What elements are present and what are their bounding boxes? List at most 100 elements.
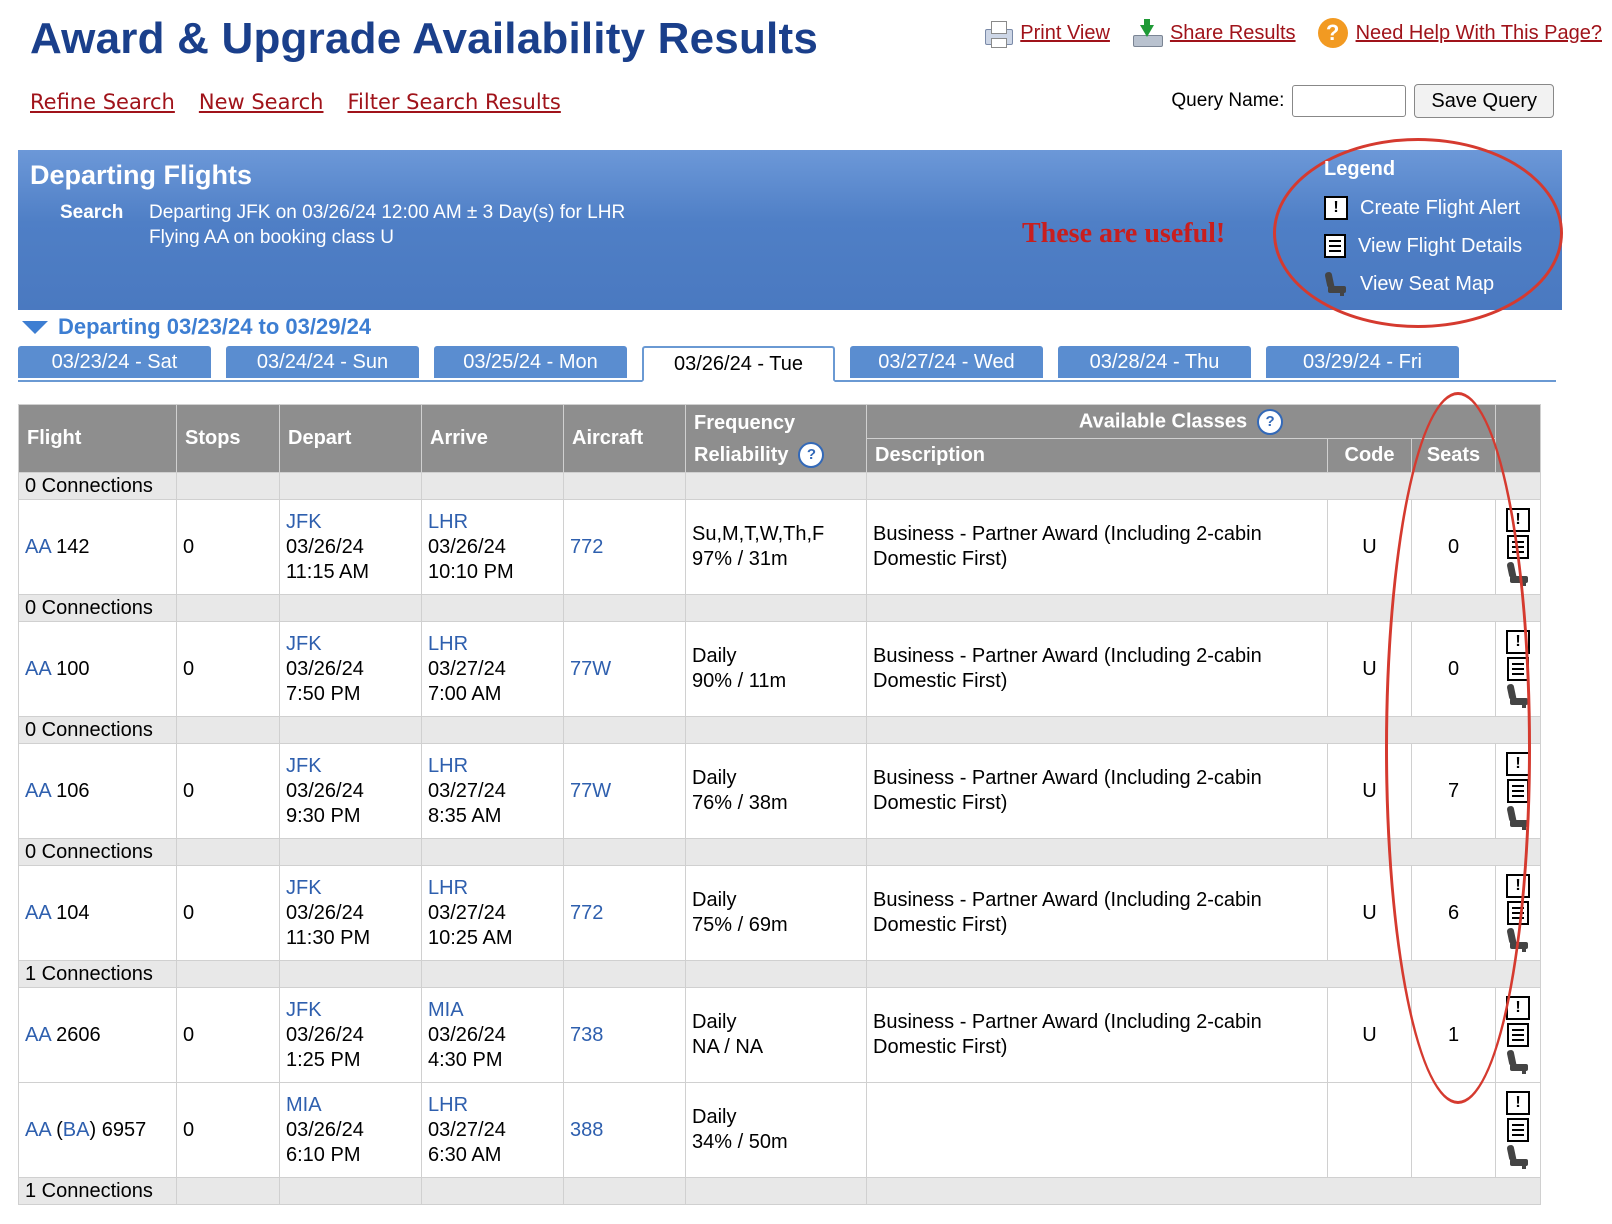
depart-airport-link[interactable]: MIA xyxy=(286,1094,322,1116)
view-seat-map-icon[interactable] xyxy=(1506,805,1530,830)
arrive-airport-link[interactable]: LHR xyxy=(428,877,468,899)
view-seat-map-icon[interactable] xyxy=(1506,561,1530,586)
tab-date-4[interactable]: 03/27/24 - Wed xyxy=(850,346,1043,378)
stops-cell: 0 xyxy=(176,865,280,961)
arrive-cell: MIA 03/26/24 4:30 PM xyxy=(421,987,564,1083)
depart-airport-link[interactable]: JFK xyxy=(286,755,322,777)
aircraft-cell: 388 xyxy=(563,1082,686,1178)
depart-airport-link[interactable]: JFK xyxy=(286,999,322,1021)
booking-code: U xyxy=(1362,535,1377,558)
carrier-link[interactable]: AA xyxy=(25,902,51,924)
tab-date-5[interactable]: 03/28/24 - Thu xyxy=(1058,346,1251,378)
print-view-link[interactable]: Print View xyxy=(1020,22,1110,45)
share-results-link-group: Share Results xyxy=(1132,19,1296,47)
tab-date-2[interactable]: 03/25/24 - Mon xyxy=(434,346,627,378)
aircraft-link[interactable]: 772 xyxy=(570,536,603,558)
header-frequency: Frequency xyxy=(694,411,796,434)
arrive-date: 03/27/24 xyxy=(428,901,506,924)
aircraft-link[interactable]: 388 xyxy=(570,1119,603,1141)
class-description-line1: Business - Partner Award (Including 2-ca… xyxy=(873,889,1262,911)
class-description-line1: Business - Partner Award (Including 2-ca… xyxy=(873,1011,1262,1033)
connections-row-empty xyxy=(279,594,422,622)
carrier-link[interactable]: AA xyxy=(25,536,51,558)
top-links: Print View Share Results ? Need Help Wit… xyxy=(984,18,1602,48)
aircraft-link[interactable]: 77W xyxy=(570,658,611,680)
view-flight-details-icon[interactable] xyxy=(1507,901,1530,925)
handwritten-annotation: These are useful! xyxy=(1022,218,1226,249)
depart-airport-link[interactable]: JFK xyxy=(286,511,322,533)
arrive-airport-link[interactable]: LHR xyxy=(428,755,468,777)
view-seat-map-icon[interactable] xyxy=(1506,683,1530,708)
stops-cell: 0 xyxy=(176,1082,280,1178)
reliability-help-icon[interactable]: ? xyxy=(798,442,825,469)
banner-title: Departing Flights xyxy=(30,160,252,190)
date-range-toggle[interactable]: Departing 03/23/24 to 03/29/24 xyxy=(22,314,371,340)
aircraft-link[interactable]: 772 xyxy=(570,902,603,924)
printer-icon[interactable] xyxy=(984,20,1014,48)
view-seat-map-icon[interactable] xyxy=(1506,1049,1530,1074)
carrier-link[interactable]: AA xyxy=(25,1119,51,1141)
help-question-icon[interactable]: ? xyxy=(1317,18,1348,48)
create-flight-alert-icon[interactable]: ! xyxy=(1506,508,1531,532)
tab-date-1[interactable]: 03/24/24 - Sun xyxy=(226,346,419,378)
view-flight-details-icon[interactable] xyxy=(1507,657,1530,681)
new-search-link[interactable]: New Search xyxy=(199,90,324,114)
arrive-airport-link[interactable]: LHR xyxy=(428,511,468,533)
save-query-button[interactable]: Save Query xyxy=(1414,84,1554,118)
create-flight-alert-icon[interactable]: ! xyxy=(1506,752,1531,776)
create-flight-alert-icon[interactable]: ! xyxy=(1506,1091,1531,1115)
stops-cell: 0 xyxy=(176,621,280,717)
tab-date-3[interactable]: 03/26/24 - Tue xyxy=(642,346,835,382)
view-seat-map-icon[interactable] xyxy=(1506,927,1530,952)
tab-date-0[interactable]: 03/23/24 - Sat xyxy=(18,346,211,378)
code-cell: U xyxy=(1327,499,1412,595)
arrive-airport-link[interactable]: MIA xyxy=(428,999,464,1021)
legend-label-create-alert: Create Flight Alert xyxy=(1360,196,1521,219)
depart-airport-link[interactable]: JFK xyxy=(286,877,322,899)
frequency-value: Daily xyxy=(692,767,737,789)
depart-airport-link[interactable]: JFK xyxy=(286,633,322,655)
header-seats: Seats xyxy=(1410,438,1497,473)
refine-search-link[interactable]: Refine Search xyxy=(30,90,175,114)
help-link[interactable]: Need Help With This Page? xyxy=(1356,22,1602,45)
filter-search-results-link[interactable]: Filter Search Results xyxy=(348,90,561,114)
connections-row-empty xyxy=(685,716,867,744)
header-aircraft: Aircraft xyxy=(563,404,686,473)
create-flight-alert-icon[interactable]: ! xyxy=(1506,996,1531,1020)
aircraft-link[interactable]: 738 xyxy=(570,1024,603,1046)
connections-label: 0 Connections xyxy=(18,594,177,622)
connections-row-empty xyxy=(563,472,686,500)
connections-row-empty xyxy=(563,594,686,622)
connections-label: 0 Connections xyxy=(18,472,177,500)
view-flight-details-icon[interactable] xyxy=(1507,1023,1530,1047)
collapse-triangle-icon xyxy=(22,320,48,334)
depart-time: 7:50 PM xyxy=(286,682,361,705)
available-classes-help-icon[interactable]: ? xyxy=(1257,408,1284,435)
aircraft-link[interactable]: 77W xyxy=(570,780,611,802)
connections-row-empty xyxy=(563,960,686,988)
header-reliability: Reliability xyxy=(694,443,789,466)
create-flight-alert-icon[interactable]: ! xyxy=(1506,630,1531,654)
tab-date-6[interactable]: 03/29/24 - Fri xyxy=(1266,346,1459,378)
arrive-airport-link[interactable]: LHR xyxy=(428,633,468,655)
carrier-link[interactable]: AA xyxy=(25,1024,51,1046)
legend-label-flight-details: View Flight Details xyxy=(1358,234,1523,257)
carrier-link[interactable]: AA xyxy=(25,658,51,680)
share-results-link[interactable]: Share Results xyxy=(1170,22,1296,45)
query-name-input[interactable] xyxy=(1292,85,1407,117)
flight-cell: AA 142 xyxy=(18,499,177,595)
carrier-link[interactable]: AA xyxy=(25,780,51,802)
header-code: Code xyxy=(1327,438,1412,473)
seat-icon xyxy=(1324,271,1348,296)
download-share-icon[interactable] xyxy=(1132,19,1163,47)
view-flight-details-icon[interactable] xyxy=(1507,779,1530,803)
arrive-date: 03/26/24 xyxy=(428,535,506,558)
view-flight-details-icon[interactable] xyxy=(1507,1118,1530,1142)
connections-row-empty xyxy=(685,472,867,500)
view-flight-details-icon[interactable] xyxy=(1507,535,1530,559)
partner-carrier-link[interactable]: BA xyxy=(63,1119,90,1141)
depart-cell: JFK 03/26/24 7:50 PM xyxy=(279,621,422,717)
create-flight-alert-icon[interactable]: ! xyxy=(1506,874,1531,898)
view-seat-map-icon[interactable] xyxy=(1506,1144,1530,1169)
arrive-airport-link[interactable]: LHR xyxy=(428,1094,468,1116)
